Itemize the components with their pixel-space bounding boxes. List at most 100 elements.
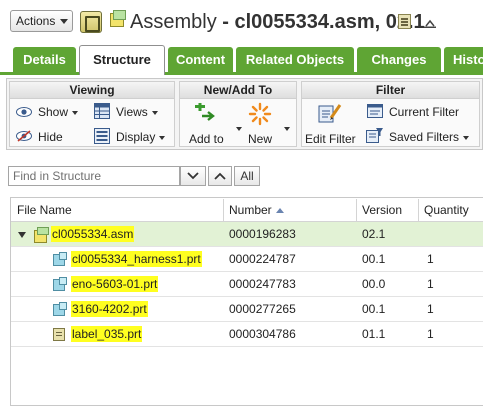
chevron-down-icon: [236, 126, 242, 131]
version-cell: 00.1: [362, 302, 386, 316]
show-label: Show: [38, 105, 69, 119]
column-header-version[interactable]: Version: [357, 199, 419, 221]
new-dropdown[interactable]: [280, 121, 290, 135]
tab-history[interactable]: Histo: [444, 47, 483, 72]
viewing-group-title: Viewing: [10, 82, 174, 99]
tab-changes[interactable]: Changes: [357, 47, 441, 72]
number-cell: 0000196283: [229, 227, 296, 241]
version-cell: 02.1: [362, 227, 386, 241]
tab-details-label: Details: [23, 52, 66, 67]
column-header-label: Quantity: [424, 203, 469, 217]
edit-filter-icon: [318, 102, 342, 129]
hide-label: Hide: [38, 130, 63, 144]
find-all-label: All: [240, 169, 254, 183]
file-name-link[interactable]: eno-5603-01.prt: [71, 272, 159, 297]
actions-menu-label: Actions: [16, 14, 56, 28]
quantity-cell: 1: [427, 277, 434, 291]
file-name-text: cl0055334.asm: [51, 226, 135, 242]
add-to-icon: [193, 103, 219, 128]
current-filter-button[interactable]: Current Filter: [389, 105, 459, 119]
file-name-text: label_035.prt: [71, 326, 143, 342]
file-name-link[interactable]: cl0055334_harness1.prt: [71, 247, 202, 272]
table-row[interactable]: cl0055334_harness1.prt 0000224787 00.1 1: [11, 247, 483, 272]
table-row[interactable]: label_035.prt 0000304786 01.1 1: [11, 322, 483, 347]
views-button[interactable]: Views: [116, 105, 158, 119]
table-row[interactable]: cl0055334.asm 0000196283 02.1: [11, 222, 483, 247]
display-button[interactable]: Display: [116, 130, 166, 144]
show-button[interactable]: Show: [38, 105, 79, 119]
file-name-link[interactable]: label_035.prt: [71, 322, 143, 347]
column-header-number[interactable]: Number: [224, 199, 357, 221]
add-to-button[interactable]: Add to: [189, 132, 224, 146]
find-all-button[interactable]: All: [234, 166, 260, 186]
quantity-cell: 1: [427, 327, 434, 341]
tab-structure[interactable]: Structure: [79, 45, 165, 75]
tab-structure-label: Structure: [93, 52, 151, 67]
assembly-icon: [110, 10, 126, 27]
edit-filter-label: Edit Filter: [305, 132, 356, 146]
hide-button[interactable]: Hide: [38, 130, 63, 144]
page-title-separator: -: [216, 11, 235, 33]
chevron-down-icon: [151, 110, 158, 115]
saved-filters-label: Saved Filters: [389, 130, 460, 144]
new-add-group-title: New/Add To: [180, 82, 296, 99]
find-in-structure-input[interactable]: [8, 166, 180, 186]
column-header-quantity[interactable]: Quantity: [419, 199, 483, 221]
part-icon: [53, 252, 67, 266]
expand-toggle-icon[interactable]: [18, 232, 26, 238]
file-name-link[interactable]: cl0055334.asm: [51, 222, 135, 247]
tab-related-objects[interactable]: Related Objects: [236, 47, 354, 72]
chevron-down-icon: [187, 172, 199, 180]
column-header-label: Number: [229, 203, 272, 217]
find-dropdown-button[interactable]: [180, 166, 206, 186]
version-cell: 00.1: [362, 252, 386, 266]
sort-ascending-icon: [275, 208, 284, 214]
tab-content[interactable]: Content: [168, 47, 233, 72]
page-title-object: cl0055334.asm, 02.1: [234, 11, 425, 33]
chevron-down-icon: [284, 126, 290, 131]
assembly-icon: [34, 227, 49, 243]
part-icon: [53, 277, 67, 291]
saved-filters-button[interactable]: Saved Filters: [389, 130, 470, 144]
file-name-text: eno-5603-01.prt: [71, 276, 159, 292]
status-icon: [424, 18, 436, 28]
tab-changes-label: Changes: [371, 52, 427, 67]
file-name-link[interactable]: 3160-4202.prt: [71, 297, 148, 322]
add-to-dropdown[interactable]: [232, 121, 242, 135]
views-icon: [94, 103, 110, 122]
column-header-label: File Name: [17, 203, 72, 217]
current-filter-label: Current Filter: [389, 105, 460, 119]
column-header-file-name[interactable]: File Name: [12, 199, 224, 221]
display-icon: [94, 128, 110, 147]
tab-content-label: Content: [175, 52, 226, 67]
page-title-type: Assembly: [130, 11, 217, 33]
version-cell: 01.1: [362, 327, 386, 341]
document-icon[interactable]: [398, 14, 411, 29]
current-filter-icon: [367, 104, 383, 121]
new-star-icon: [248, 102, 272, 129]
chevron-down-icon: [72, 110, 79, 115]
number-cell: 0000247783: [229, 277, 296, 291]
object-info-icon[interactable]: [80, 11, 102, 33]
new-label: New: [248, 132, 273, 146]
tab-details[interactable]: Details: [13, 47, 76, 72]
chevron-down-icon: [159, 135, 166, 140]
tab-history-label: Histo: [453, 52, 483, 67]
edit-filter-button[interactable]: Edit Filter: [305, 132, 356, 146]
page-title: Assembly - cl0055334.asm, 02.1: [130, 8, 425, 36]
chevron-down-icon: [463, 135, 470, 140]
number-cell: 0000224787: [229, 252, 296, 266]
quantity-cell: 1: [427, 252, 434, 266]
actions-menu-button[interactable]: Actions: [10, 10, 73, 32]
part-icon: [53, 302, 67, 316]
find-previous-button[interactable]: [208, 166, 232, 186]
display-label: Display: [116, 130, 156, 144]
label-part-icon: [53, 328, 65, 341]
number-cell: 0000277265: [229, 302, 296, 316]
chevron-up-icon: [214, 172, 226, 180]
table-row[interactable]: 3160-4202.prt 0000277265 00.1 1: [11, 297, 483, 322]
table-row[interactable]: eno-5603-01.prt 0000247783 00.0 1: [11, 272, 483, 297]
column-header-label: Version: [362, 203, 403, 217]
new-button[interactable]: New: [248, 132, 272, 146]
filter-group-title: Filter: [302, 82, 479, 99]
